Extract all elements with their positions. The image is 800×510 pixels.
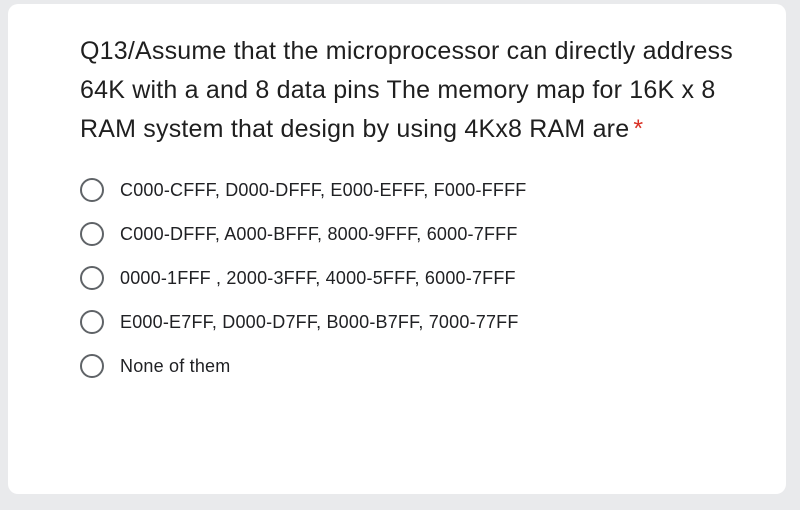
option-label: 0000-1FFF , 2000-3FFF, 4000-5FFF, 6000-7… — [120, 268, 516, 289]
option-1[interactable]: C000-DFFF, A000-BFFF, 8000-9FFF, 6000-7F… — [80, 222, 746, 246]
radio-icon — [80, 266, 104, 290]
option-0[interactable]: C000-CFFF, D000-DFFF, E000-EFFF, F000-FF… — [80, 178, 746, 202]
option-label: None of them — [120, 356, 230, 377]
option-4[interactable]: None of them — [80, 354, 746, 378]
radio-icon — [80, 310, 104, 334]
options-group: C000-CFFF, D000-DFFF, E000-EFFF, F000-FF… — [80, 178, 746, 378]
option-2[interactable]: 0000-1FFF , 2000-3FFF, 4000-5FFF, 6000-7… — [80, 266, 746, 290]
radio-icon — [80, 178, 104, 202]
radio-icon — [80, 222, 104, 246]
option-3[interactable]: E000-E7FF, D000-D7FF, B000-B7FF, 7000-77… — [80, 310, 746, 334]
question-card: Q13/Assume that the microprocessor can d… — [8, 4, 786, 494]
question-text: Q13/Assume that the microprocessor can d… — [80, 32, 746, 148]
option-label: E000-E7FF, D000-D7FF, B000-B7FF, 7000-77… — [120, 312, 519, 333]
option-label: C000-DFFF, A000-BFFF, 8000-9FFF, 6000-7F… — [120, 224, 518, 245]
radio-icon — [80, 354, 104, 378]
question-prefix: Q13/ — [80, 37, 135, 65]
option-label: C000-CFFF, D000-DFFF, E000-EFFF, F000-FF… — [120, 180, 526, 201]
required-marker: * — [633, 115, 643, 143]
